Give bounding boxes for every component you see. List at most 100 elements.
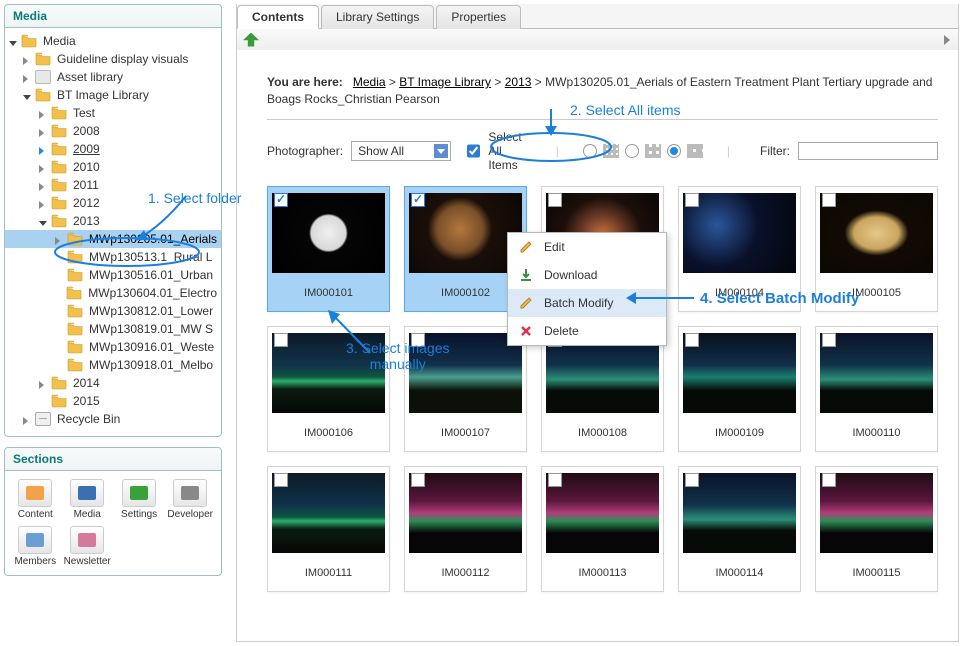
tree-node[interactable]: BT Image Library — [5, 86, 221, 104]
section-icon — [173, 479, 207, 507]
tree-node[interactable]: MWp130513.1_Rural L — [5, 248, 221, 266]
thumb-checkbox[interactable] — [685, 473, 699, 487]
tree-node[interactable]: MWp130516.01_Urban — [5, 266, 221, 284]
view-mode-grid-large[interactable] — [667, 144, 681, 158]
expand-arrow-icon[interactable] — [39, 126, 49, 136]
thumbnail-card[interactable]: IM000113 — [541, 466, 664, 592]
thumbnail-card[interactable]: IM000114 — [678, 466, 801, 592]
expand-arrow-icon[interactable] — [39, 198, 49, 208]
expand-arrow-icon[interactable] — [39, 180, 49, 190]
up-one-level-icon[interactable] — [243, 33, 259, 47]
thumb-checkbox[interactable] — [274, 193, 288, 207]
expand-arrow-icon[interactable] — [23, 414, 33, 424]
ctx-edit[interactable]: Edit — [508, 233, 666, 261]
thumb-caption: IM000115 — [820, 553, 933, 587]
expand-arrow-icon[interactable] — [55, 270, 65, 280]
expand-arrow-icon[interactable] — [39, 108, 49, 118]
tree-node[interactable]: Guideline display visuals — [5, 50, 221, 68]
tree-node-label: 2015 — [71, 394, 102, 408]
tree-node[interactable]: 2010 — [5, 158, 221, 176]
thumb-checkbox[interactable] — [411, 473, 425, 487]
expand-arrow-icon[interactable] — [39, 216, 49, 226]
thumb-checkbox[interactable] — [822, 333, 836, 347]
section-content[interactable]: Content — [11, 477, 60, 522]
thumbnail-card[interactable]: IM000111 — [267, 466, 390, 592]
ctx-download[interactable]: Download — [508, 261, 666, 289]
view-mode-grid-medium[interactable] — [625, 144, 639, 158]
tree-node[interactable]: MWp130918.01_Melbo — [5, 356, 221, 374]
tree-node[interactable]: 2012 — [5, 194, 221, 212]
tree-node[interactable]: Test — [5, 104, 221, 122]
expand-arrow-icon[interactable] — [55, 306, 65, 316]
expand-arrow-icon[interactable] — [55, 252, 65, 262]
tree-node[interactable]: 2014 — [5, 374, 221, 392]
tree-node[interactable]: MWp130812.01_Lower — [5, 302, 221, 320]
breadcrumb-link[interactable]: 2013 — [505, 75, 532, 89]
tab-library-settings[interactable]: Library Settings — [321, 5, 434, 29]
folder-icon — [35, 52, 51, 66]
thumbnail-card[interactable]: IM000109 — [678, 326, 801, 452]
thumb-checkbox[interactable] — [822, 473, 836, 487]
tab-contents[interactable]: Contents — [237, 5, 319, 29]
ctx-batch-modify[interactable]: Batch Modify — [508, 289, 666, 317]
expand-arrow-icon[interactable] — [39, 144, 49, 154]
tree-node[interactable]: MWp130205.01_Aerials — [5, 230, 221, 248]
tree-node[interactable]: 2011 — [5, 176, 221, 194]
thumb-checkbox[interactable] — [274, 473, 288, 487]
expand-arrow-icon[interactable] — [23, 54, 33, 64]
tab-properties[interactable]: Properties — [436, 5, 521, 29]
folder-icon — [67, 322, 83, 336]
thumbnail-card[interactable]: IM000105 — [815, 186, 938, 312]
thumb-checkbox[interactable] — [548, 193, 562, 207]
expand-arrow-icon[interactable] — [55, 324, 65, 334]
tree-node[interactable]: 2013 — [5, 212, 221, 230]
tree-node[interactable]: Asset library — [5, 68, 221, 86]
expand-arrow-icon[interactable] — [39, 378, 49, 388]
view-mode-grid-small[interactable] — [583, 144, 597, 158]
section-media[interactable]: Media — [62, 477, 113, 522]
breadcrumb-link[interactable]: BT Image Library — [399, 75, 491, 89]
tree-node[interactable]: 2008 — [5, 122, 221, 140]
thumb-checkbox[interactable] — [274, 333, 288, 347]
expand-arrow-icon[interactable] — [23, 90, 33, 100]
select-all-label[interactable]: Select All Items — [488, 130, 521, 172]
tree-node[interactable]: MWp130604.01_Electro — [5, 284, 221, 302]
ctx-delete[interactable]: Delete — [508, 317, 666, 345]
thumbnail-card[interactable]: IM000104 — [678, 186, 801, 312]
tree-root[interactable]: Media — [5, 32, 221, 50]
section-icon — [122, 479, 156, 507]
expand-arrow-icon[interactable] — [39, 162, 49, 172]
tree-node[interactable]: MWp130819.01_MW S — [5, 320, 221, 338]
scroll-right-icon[interactable] — [944, 35, 952, 45]
tree-node[interactable]: 2009 — [5, 140, 221, 158]
section-developer[interactable]: Developer — [165, 477, 215, 522]
expand-arrow-icon[interactable] — [23, 72, 33, 82]
thumb-checkbox[interactable] — [548, 473, 562, 487]
thumbnail-card[interactable]: IM000112 — [404, 466, 527, 592]
tree-node[interactable]: Recycle Bin — [5, 410, 221, 428]
expand-arrow-icon[interactable] — [55, 234, 65, 244]
thumb-checkbox[interactable] — [685, 193, 699, 207]
tree-node[interactable]: 2015 — [5, 392, 221, 410]
expand-arrow-icon[interactable] — [39, 396, 49, 406]
breadcrumb-link[interactable]: Media — [353, 75, 386, 89]
thumb-checkbox[interactable] — [822, 193, 836, 207]
thumbnail-card[interactable]: IM000115 — [815, 466, 938, 592]
section-settings[interactable]: Settings — [115, 477, 164, 522]
section-members[interactable]: Members — [11, 524, 60, 569]
expand-arrow-icon[interactable] — [55, 360, 65, 370]
thumbnail-card[interactable]: IM000110 — [815, 326, 938, 452]
section-newsletter[interactable]: Newsletter — [62, 524, 113, 569]
thumb-checkbox[interactable] — [411, 333, 425, 347]
thumbnail-card[interactable]: IM000106 — [267, 326, 390, 452]
thumb-caption: IM000107 — [409, 413, 522, 447]
filter-input[interactable] — [798, 142, 938, 160]
expand-arrow-icon[interactable] — [55, 288, 64, 298]
thumb-checkbox[interactable] — [411, 193, 425, 207]
thumb-checkbox[interactable] — [685, 333, 699, 347]
select-all-checkbox[interactable] — [467, 144, 480, 158]
thumbnail-card[interactable]: IM000101 — [267, 186, 390, 312]
tree-node[interactable]: MWp130916.01_Weste — [5, 338, 221, 356]
photographer-select[interactable]: Show All — [351, 141, 451, 161]
expand-arrow-icon[interactable] — [55, 342, 65, 352]
